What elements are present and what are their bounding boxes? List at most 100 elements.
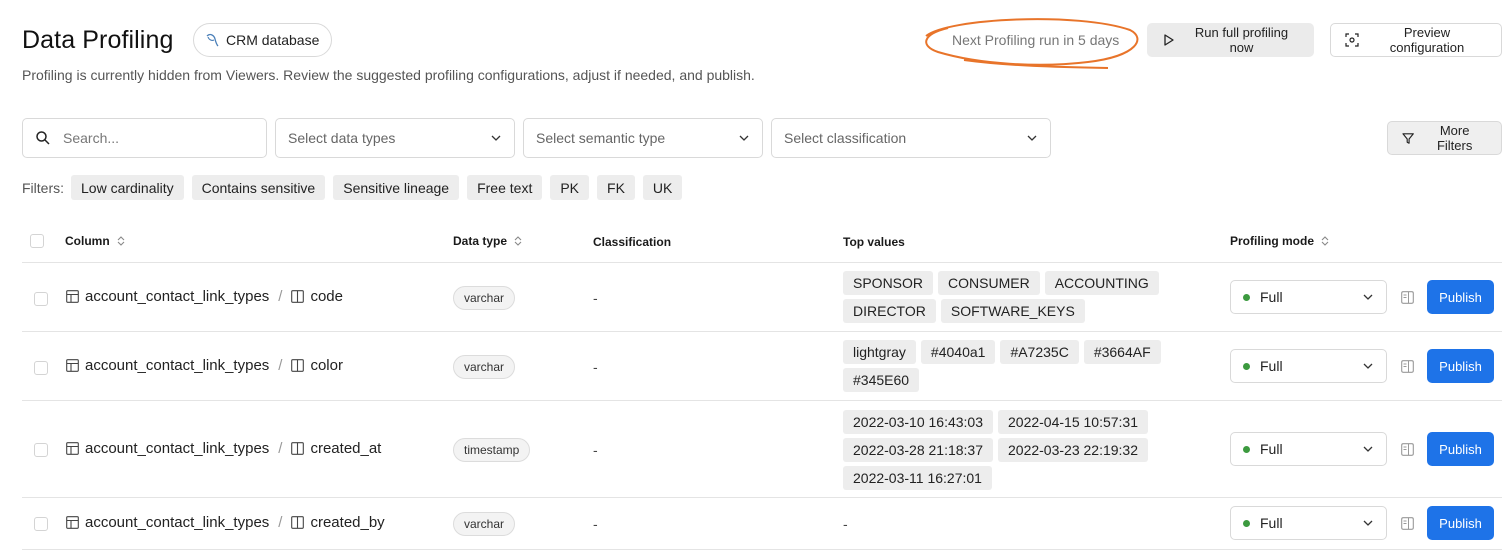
top-value-chip: SPONSOR bbox=[843, 271, 934, 295]
data-types-placeholder: Select data types bbox=[288, 130, 396, 146]
filter-chip-list: Low cardinality Contains sensitive Sensi… bbox=[71, 175, 683, 200]
chevron-down-icon bbox=[1363, 520, 1373, 526]
profiling-mode-header-label: Profiling mode bbox=[1230, 234, 1314, 248]
data-type-pill: varchar bbox=[453, 512, 516, 536]
column-icon bbox=[291, 290, 305, 303]
side-panel-icon[interactable] bbox=[1401, 443, 1414, 456]
status-dot bbox=[1243, 519, 1250, 527]
top-value-chip: 2022-04-15 10:57:31 bbox=[998, 410, 1148, 434]
classification-value: - bbox=[593, 442, 598, 458]
profiling-table: Column Data type Classification Top valu… bbox=[22, 222, 1502, 550]
page-title: Data Profiling bbox=[22, 26, 174, 54]
side-panel-icon[interactable] bbox=[1401, 291, 1414, 304]
filter-icon bbox=[1402, 132, 1414, 144]
row-checkbox[interactable] bbox=[34, 361, 48, 375]
play-icon bbox=[1164, 34, 1174, 46]
top-value-chip: #345E60 bbox=[843, 368, 920, 392]
row-column-path: account_contact_link_types / code bbox=[66, 288, 343, 305]
chevron-down-icon bbox=[1027, 135, 1037, 141]
profiling-mode-select[interactable]: Full bbox=[1230, 432, 1387, 466]
top-value-chip: DIRECTOR bbox=[843, 299, 936, 323]
column-header-classification: Classification bbox=[593, 235, 672, 249]
row-checkbox[interactable] bbox=[34, 292, 48, 306]
profiling-mode-select[interactable]: Full bbox=[1230, 349, 1387, 383]
column-header-column[interactable]: Column bbox=[65, 234, 126, 248]
column-header-profiling-mode[interactable]: Profiling mode bbox=[1230, 234, 1330, 248]
data-type-header-label: Data type bbox=[453, 234, 508, 248]
row-table-name: account_contact_link_types bbox=[85, 514, 270, 531]
more-filters-label: More Filters bbox=[1436, 123, 1473, 153]
preview-configuration-label: Preview configuration bbox=[1389, 25, 1465, 55]
row-table-name: account_contact_link_types bbox=[85, 440, 270, 457]
filter-chip-contains-sensitive[interactable]: Contains sensitive bbox=[191, 175, 326, 200]
row-table-name: account_contact_link_types bbox=[85, 288, 270, 305]
data-type-pill: varchar bbox=[453, 286, 516, 310]
publish-button[interactable]: Publish bbox=[1427, 506, 1494, 540]
table-row: account_contact_link_types / code varcha… bbox=[22, 263, 1502, 332]
top-value-chip: 2022-03-23 22:19:32 bbox=[998, 438, 1148, 462]
column-header-label: Column bbox=[65, 234, 110, 248]
row-checkbox[interactable] bbox=[34, 517, 48, 531]
search-input[interactable] bbox=[63, 130, 243, 146]
status-dot bbox=[1243, 445, 1250, 453]
top-values-list: lightgray #4040a1 #A7235C #3664AF #345E6… bbox=[843, 340, 1188, 392]
filter-chip-fk[interactable]: FK bbox=[597, 175, 635, 200]
table-icon bbox=[66, 516, 79, 529]
top-value-chip: 2022-03-28 21:18:37 bbox=[843, 438, 993, 462]
top-values-empty: - bbox=[843, 516, 848, 532]
row-column-path: account_contact_link_types / created_at bbox=[66, 440, 381, 457]
data-type-pill: varchar bbox=[453, 355, 516, 379]
classification-value: - bbox=[593, 359, 598, 375]
column-header-data-type[interactable]: Data type bbox=[453, 234, 523, 248]
row-checkbox[interactable] bbox=[34, 443, 48, 457]
table-icon bbox=[66, 359, 79, 372]
profiling-mode-select[interactable]: Full bbox=[1230, 280, 1387, 314]
semantic-type-select[interactable]: Select semantic type bbox=[523, 118, 763, 158]
database-chip[interactable]: CRM database bbox=[193, 23, 333, 57]
search-box[interactable] bbox=[22, 118, 267, 158]
side-panel-icon[interactable] bbox=[1401, 517, 1414, 530]
publish-button[interactable]: Publish bbox=[1427, 349, 1494, 383]
side-panel-icon[interactable] bbox=[1401, 360, 1414, 373]
more-filters-button[interactable]: More Filters bbox=[1387, 121, 1502, 155]
table-icon bbox=[66, 442, 79, 455]
preview-configuration-button[interactable]: Preview configuration bbox=[1330, 23, 1502, 57]
publish-button[interactable]: Publish bbox=[1427, 432, 1494, 466]
profiling-mode-select[interactable]: Full bbox=[1230, 506, 1387, 540]
chevron-down-icon bbox=[1363, 294, 1373, 300]
row-column-name: code bbox=[310, 288, 343, 305]
column-icon bbox=[291, 442, 305, 455]
data-type-pill: timestamp bbox=[453, 438, 531, 462]
run-profiling-label: Run full profiling now bbox=[1194, 25, 1289, 55]
data-types-select[interactable]: Select data types bbox=[275, 118, 515, 158]
row-column-path: account_contact_link_types / created_by bbox=[66, 514, 385, 531]
classification-value: - bbox=[593, 516, 598, 532]
column-icon bbox=[291, 516, 305, 529]
row-table-name: account_contact_link_types bbox=[85, 357, 270, 374]
filter-chip-low-cardinality[interactable]: Low cardinality bbox=[71, 175, 184, 200]
filter-chip-pk[interactable]: PK bbox=[550, 175, 590, 200]
table-header: Column Data type Classification Top valu… bbox=[22, 222, 1502, 263]
database-chip-label: CRM database bbox=[226, 32, 320, 48]
chevron-down-icon bbox=[1363, 363, 1373, 369]
status-dot bbox=[1243, 293, 1250, 301]
classification-placeholder: Select classification bbox=[784, 130, 907, 146]
classification-select[interactable]: Select classification bbox=[771, 118, 1051, 158]
filter-chip-free-text[interactable]: Free text bbox=[467, 175, 543, 200]
table-row: account_contact_link_types / created_by … bbox=[22, 498, 1502, 550]
profiling-mode-value: Full bbox=[1260, 358, 1283, 374]
sort-icon bbox=[514, 236, 522, 246]
search-icon bbox=[36, 131, 50, 145]
publish-button[interactable]: Publish bbox=[1427, 280, 1494, 314]
semantic-type-placeholder: Select semantic type bbox=[536, 130, 666, 146]
path-separator: / bbox=[278, 514, 283, 531]
filter-chip-sensitive-lineage[interactable]: Sensitive lineage bbox=[333, 175, 460, 200]
sort-icon bbox=[117, 236, 125, 246]
filter-chip-uk[interactable]: UK bbox=[642, 175, 683, 200]
path-separator: / bbox=[278, 288, 283, 305]
row-column-name: created_at bbox=[310, 440, 382, 457]
column-header-top-values: Top values bbox=[843, 235, 905, 249]
column-icon bbox=[291, 359, 305, 372]
run-profiling-button[interactable]: Run full profiling now bbox=[1147, 23, 1314, 57]
select-all-checkbox[interactable] bbox=[30, 234, 44, 248]
